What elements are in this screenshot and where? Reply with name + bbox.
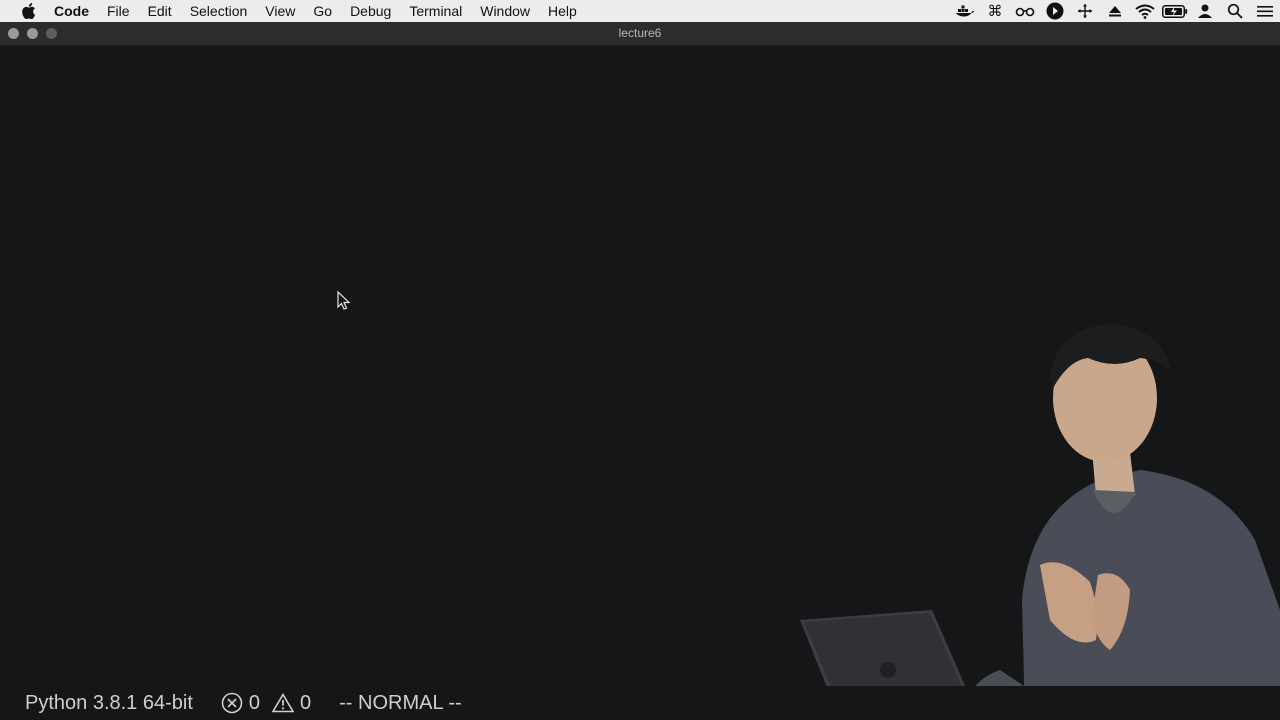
error-count: 0 — [248, 691, 261, 714]
window-title-bar: lecture6 — [0, 22, 1280, 46]
presenter-image — [800, 324, 1280, 720]
menu-view[interactable]: View — [256, 0, 304, 22]
error-icon — [221, 692, 243, 714]
menu-left: Code File Edit Selection View Go Debug T… — [0, 0, 586, 22]
menu-edit[interactable]: Edit — [139, 0, 181, 22]
menu-go[interactable]: Go — [304, 0, 341, 22]
vim-mode-status: -- NORMAL -- — [339, 691, 462, 714]
warning-icon — [272, 693, 295, 713]
menu-terminal[interactable]: Terminal — [400, 0, 471, 22]
user-icon[interactable] — [1190, 0, 1220, 22]
apple-icon[interactable] — [20, 0, 38, 22]
glasses-icon[interactable] — [1010, 0, 1040, 22]
menu-bar: Code File Edit Selection View Go Debug T… — [0, 0, 1280, 22]
battery-icon[interactable] — [1160, 0, 1190, 22]
menu-window[interactable]: Window — [471, 0, 539, 22]
move-icon[interactable] — [1070, 0, 1100, 22]
screen: Code File Edit Selection View Go Debug T… — [0, 0, 1280, 720]
search-icon[interactable] — [1220, 0, 1250, 22]
eject-icon[interactable] — [1100, 0, 1130, 22]
problems-status[interactable]: 0 0 — [221, 692, 317, 715]
menu-help[interactable]: Help — [539, 0, 586, 22]
warning-count: 0 — [300, 691, 312, 714]
menu-file[interactable]: File — [98, 0, 139, 22]
menu-debug[interactable]: Debug — [341, 0, 400, 22]
window-title: lecture6 — [618, 26, 662, 40]
status-bar: Python 3.8.1 64-bit 0 0 -- NORMAL -- — [0, 686, 1280, 720]
menu-app-code[interactable]: Code — [54, 0, 98, 22]
docker-icon[interactable] — [950, 0, 980, 22]
menu-status-area: ⌘ — [950, 0, 1280, 22]
mouse-pointer-icon — [337, 290, 351, 316]
python-interpreter-status[interactable]: Python 3.8.1 64-bit — [25, 692, 193, 715]
menu-selection[interactable]: Selection — [181, 0, 257, 22]
play-circle-icon[interactable] — [1040, 0, 1070, 22]
list-icon[interactable] — [1250, 0, 1280, 22]
command-icon[interactable]: ⌘ — [980, 0, 1010, 22]
wifi-icon[interactable] — [1130, 0, 1160, 22]
